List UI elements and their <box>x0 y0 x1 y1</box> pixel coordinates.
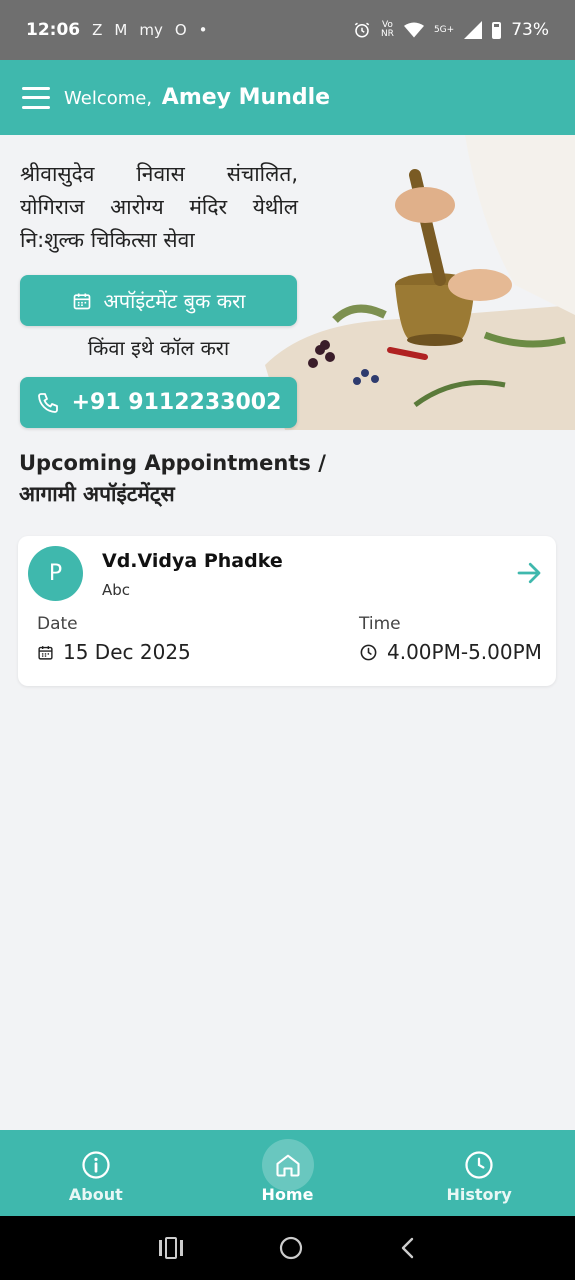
welcome-label: Welcome, <box>64 88 153 109</box>
avatar: P <box>28 546 83 601</box>
date-value: 15 Dec 2025 <box>63 640 191 664</box>
alarm-icon <box>354 22 370 38</box>
upcoming-title-mr: आगामी अपॉइंटमेंट्स <box>19 482 175 506</box>
doctor-subtitle: Abc <box>102 581 131 599</box>
clock-icon <box>360 644 377 660</box>
battery-percent: 73% <box>511 20 549 40</box>
phone-number: +91 9112233002 <box>71 390 282 415</box>
intro-text: श्रीवासुदेव निवास संचालित, योगिराज आरोग्… <box>20 162 298 252</box>
book-appointment-button[interactable]: अपॉइंटमेंट बुक करा <box>20 275 297 326</box>
nav-history-label: History <box>446 1184 512 1204</box>
status-time: 12:06 <box>26 20 81 40</box>
more-notifications-dot: • <box>198 21 208 39</box>
appointment-time: 4.00PM-5.00PM <box>359 640 542 664</box>
calendar-icon <box>73 293 90 309</box>
time-label: Time <box>359 614 401 634</box>
hero-image <box>265 135 575 430</box>
notification-icon-z: Z <box>92 21 103 39</box>
nav-home[interactable]: Home <box>192 1130 384 1216</box>
bottom-nav: About Home History <box>0 1130 575 1216</box>
welcome-text: Welcome, Amey Mundle <box>64 85 330 110</box>
home-circle-icon[interactable] <box>279 1236 303 1260</box>
home-icon <box>275 1154 300 1177</box>
upcoming-title-en: Upcoming Appointments / <box>19 451 326 475</box>
signal-icon <box>464 21 483 39</box>
app-notification-icon: my <box>139 21 163 39</box>
doctor-name: Vd.Vidya Phadke <box>102 550 283 572</box>
recent-apps-icon[interactable] <box>158 1237 184 1259</box>
appointment-card[interactable]: P Vd.Vidya Phadke Abc Date 15 Dec 2025 T… <box>18 536 556 686</box>
volte-indicator: Vo NR <box>380 20 394 39</box>
clock-icon <box>465 1150 493 1179</box>
menu-icon[interactable] <box>22 86 50 109</box>
status-bar: 12:06 Z M my O • Vo NR 5G+ 73% <box>0 0 575 60</box>
nav-about[interactable]: About <box>0 1130 192 1216</box>
call-button[interactable]: +91 9112233002 <box>20 377 297 428</box>
nav-about-label: About <box>68 1184 123 1204</box>
system-nav-bar <box>0 1216 575 1280</box>
back-icon[interactable] <box>398 1237 418 1259</box>
nav-home-label: Home <box>261 1184 314 1204</box>
calendar-icon <box>38 645 53 660</box>
wifi-icon <box>403 22 424 38</box>
arrow-right-icon[interactable] <box>514 558 544 588</box>
date-label: Date <box>37 614 78 634</box>
nav-history[interactable]: History <box>383 1130 575 1216</box>
book-appointment-label: अपॉइंटमेंट बुक करा <box>103 289 246 313</box>
info-icon <box>82 1150 110 1179</box>
battery-icon <box>492 21 502 39</box>
upcoming-appointments-title: Upcoming Appointments / आगामी अपॉइंटमेंट… <box>19 448 326 510</box>
network-type-label: 5G+ <box>433 24 455 35</box>
gmail-icon: M <box>114 21 128 39</box>
app-header: Welcome, Amey Mundle <box>0 60 575 135</box>
appointment-date: 15 Dec 2025 <box>37 640 191 664</box>
time-value: 4.00PM-5.00PM <box>387 640 542 664</box>
phone-icon <box>37 392 58 413</box>
record-icon: O <box>174 21 187 39</box>
or-call-text: किंवा इथे कॉल करा <box>87 336 230 360</box>
user-name: Amey Mundle <box>161 85 331 110</box>
